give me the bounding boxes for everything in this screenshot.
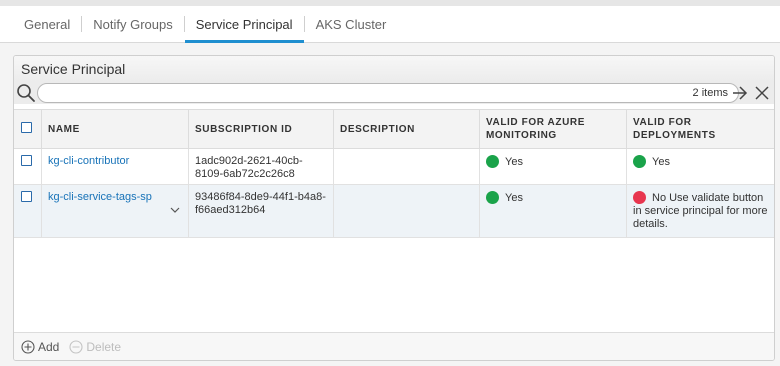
column-header-deployments[interactable]: VALID FOR DEPLOYMENTS	[626, 110, 774, 148]
row-azure-monitoring: Yes	[479, 149, 626, 184]
azure-monitoring-text: Yes	[505, 156, 523, 168]
status-ok-icon	[486, 191, 499, 204]
deployments-text: Yes	[652, 156, 670, 168]
plus-circle-icon	[21, 339, 35, 354]
row-deployments: Yes	[626, 149, 774, 184]
table-row[interactable]: kg-cli-contributor 1adc902d-2621-40cb-81…	[14, 149, 774, 185]
tab-service-principal[interactable]: Service Principal	[184, 6, 304, 43]
deployments-text: No Use validate button in service princi…	[633, 192, 768, 230]
tab-bar: General Notify Groups Service Principal …	[0, 6, 780, 43]
status-ok-icon	[633, 155, 646, 168]
add-button[interactable]: Add	[21, 340, 59, 354]
service-principal-panel: Service Principal 2 items NAME SUBSCRIPT…	[13, 55, 775, 361]
row-subscription-id: 1adc902d-2621-40cb-8109-6ab72c2c26c8	[188, 149, 333, 184]
row-description	[333, 149, 479, 184]
tab-notify-groups[interactable]: Notify Groups	[82, 6, 183, 42]
search-icon[interactable]	[16, 83, 36, 103]
search-bar: 2 items	[14, 82, 774, 104]
row-name-link[interactable]: kg-cli-service-tags-sp	[41, 185, 188, 237]
row-select-cell	[14, 185, 41, 237]
row-azure-monitoring: Yes	[479, 185, 626, 237]
row-name-link[interactable]: kg-cli-contributor	[41, 149, 188, 184]
column-header-description[interactable]: DESCRIPTION	[333, 110, 479, 148]
arrow-right-icon[interactable]	[731, 84, 749, 102]
chevron-down-icon[interactable]	[170, 206, 180, 214]
row-subscription-id: 93486f84-8de9-44f1-b4a8-f66aed312b64	[188, 185, 333, 237]
add-label: Add	[38, 339, 60, 354]
table-header: NAME SUBSCRIPTION ID DESCRIPTION VALID F…	[14, 109, 774, 149]
minus-circle-icon	[69, 339, 83, 354]
row-name-text[interactable]: kg-cli-service-tags-sp	[48, 191, 152, 203]
delete-label: Delete	[86, 339, 122, 354]
table-row[interactable]: kg-cli-service-tags-sp 93486f84-8de9-44f…	[14, 185, 774, 238]
delete-button[interactable]: Delete	[69, 340, 121, 354]
column-header-name[interactable]: NAME	[41, 110, 188, 148]
close-icon[interactable]	[754, 84, 770, 102]
row-description	[333, 185, 479, 237]
service-principal-table: NAME SUBSCRIPTION ID DESCRIPTION VALID F…	[14, 109, 774, 238]
search-item-count: 2 items	[692, 87, 728, 99]
header-select-cell	[14, 110, 41, 148]
search-input[interactable]: 2 items	[37, 83, 739, 103]
row-deployments: No Use validate button in service princi…	[626, 185, 774, 237]
azure-monitoring-text: Yes	[505, 192, 523, 204]
panel-title: Service Principal	[14, 56, 774, 82]
row-checkbox[interactable]	[21, 155, 32, 166]
row-select-cell	[14, 149, 41, 184]
tab-general[interactable]: General	[0, 6, 81, 42]
status-error-icon	[633, 191, 646, 204]
column-header-azure-monitoring[interactable]: VALID FOR AZURE MONITORING	[479, 110, 626, 148]
row-checkbox[interactable]	[21, 191, 32, 202]
tab-aks-cluster[interactable]: AKS Cluster	[305, 6, 398, 42]
status-ok-icon	[486, 155, 499, 168]
panel-footer: Add Delete	[14, 332, 774, 360]
column-header-subscription-id[interactable]: SUBSCRIPTION ID	[188, 110, 333, 148]
select-all-checkbox[interactable]	[21, 122, 32, 133]
